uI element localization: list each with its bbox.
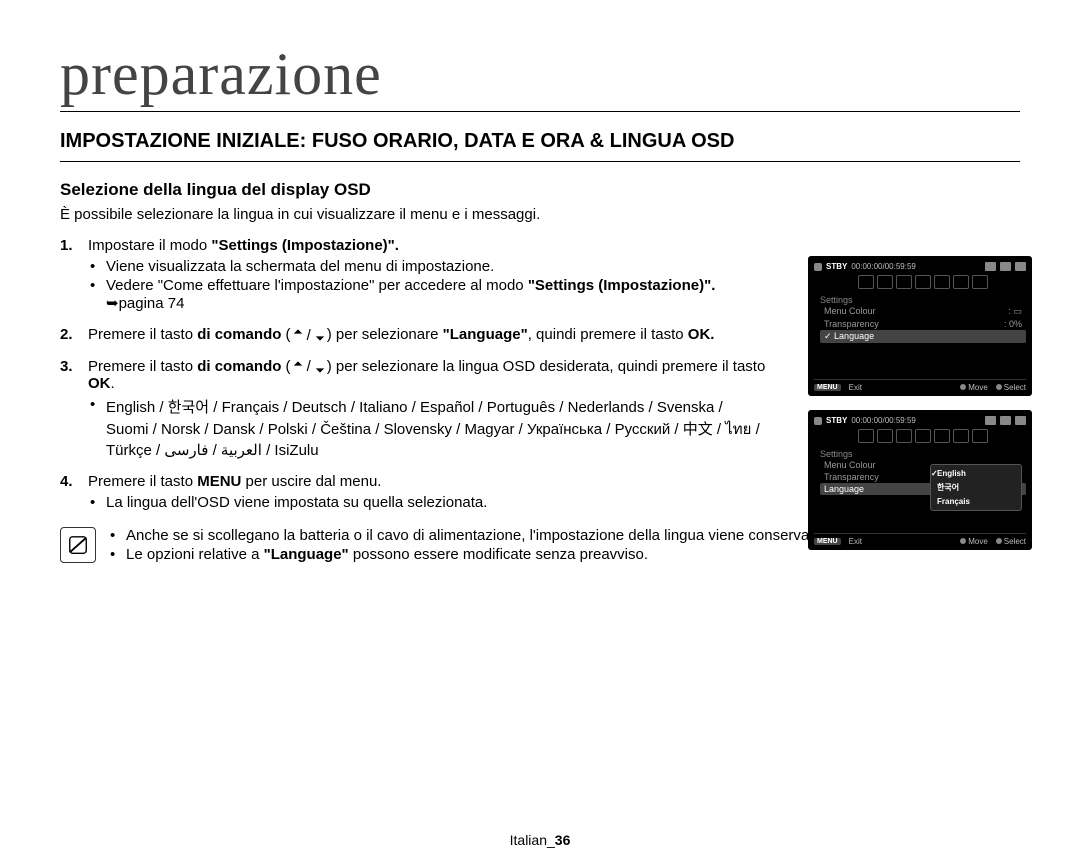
osd-icon-row xyxy=(858,429,1026,443)
osd-stby-label: STBY xyxy=(826,416,847,425)
step-3-text-b: ) per selezionare la lingua OSD desidera… xyxy=(327,358,766,375)
osd-language-popup: ✓English 한국어 Français xyxy=(930,464,1022,511)
step-2-text-a: Premere il tasto xyxy=(88,326,197,343)
note-2a: Le opzioni relative a xyxy=(126,546,264,563)
step-3-text-a: Premere il tasto xyxy=(88,358,197,375)
step-3-language-list: English / 한국어 / Français / Deutsch / Ita… xyxy=(88,396,768,459)
step-1-bullet-2b: "Settings (Impostazione)". xyxy=(528,277,716,294)
record-icon xyxy=(814,263,822,271)
step-2-bold-2: "Language" xyxy=(443,326,528,343)
osd-icon-row xyxy=(858,275,1026,289)
osd-time: 00:00:00/00:59:59 xyxy=(851,416,916,425)
record-icon xyxy=(814,417,822,425)
step-3-paren-open: ( xyxy=(281,358,290,375)
step-1-number: 1. xyxy=(60,237,73,254)
osd-menu-colour-row: Menu Colour xyxy=(824,306,876,317)
footer-language: Italian_ xyxy=(510,832,555,848)
step-3-bold-2: OK xyxy=(88,375,111,392)
step-1-bullet-2a: Vedere "Come effettuare l'impostazione" … xyxy=(106,277,528,294)
osd-popup-english: English xyxy=(937,469,966,478)
step-4-bold-1: MENU xyxy=(197,473,241,490)
subsection-heading: Selezione della lingua del display OSD xyxy=(60,180,1020,200)
osd-move-label: Move xyxy=(968,383,988,392)
note-1: Anche se si scollegano la batteria o il … xyxy=(108,527,826,544)
step-2-bold-3: OK. xyxy=(688,326,715,343)
osd-exit-label: Exit xyxy=(849,383,862,392)
note-2b: "Language" xyxy=(264,546,349,563)
note-2: Le opzioni relative a "Language" possono… xyxy=(108,546,826,563)
osd-transparency-value: : 0% xyxy=(1004,319,1022,329)
osd-menu-tag: MENU xyxy=(814,384,841,391)
step-1-bold: "Settings (Impostazione)". xyxy=(211,237,399,254)
mode-icon xyxy=(1015,262,1026,271)
step-1-bullet-2: Vedere "Come effettuare l'impostazione" … xyxy=(88,277,768,312)
osd-settings-header: Settings xyxy=(820,449,1026,459)
step-4-text-b: per uscire dal menu. xyxy=(241,473,381,490)
osd-popup-francais: Français xyxy=(937,497,970,506)
osd-stby-label: STBY xyxy=(826,262,847,271)
step-3-number: 3. xyxy=(60,358,73,375)
storage-icon xyxy=(985,416,996,425)
osd-select-label: Select xyxy=(1004,383,1026,392)
step-1-bullet-1: Viene visualizzata la schermata del menu… xyxy=(88,258,768,275)
osd-language-row: Language xyxy=(824,484,864,494)
osd-menu-tag: MENU xyxy=(814,538,841,545)
step-2-text-c: , quindi premere il tasto xyxy=(528,326,688,343)
section-heading: IMPOSTAZIONE INIZIALE: FUSO ORARIO, DATA… xyxy=(60,130,1020,162)
osd-popup-korean: 한국어 xyxy=(937,483,959,492)
up-down-arrow-icon: / xyxy=(291,327,327,344)
step-2-paren-open: ( xyxy=(281,326,290,343)
step-1-text: Impostare il modo xyxy=(88,237,211,254)
osd-exit-label: Exit xyxy=(849,537,862,546)
osd-screenshot-2: STBY 00:00:00/00:59:59 Settings Menu Col… xyxy=(808,410,1032,550)
step-4-text-a: Premere il tasto xyxy=(88,473,197,490)
step-4-bullet-1: La lingua dell'OSD viene impostata su qu… xyxy=(88,494,768,511)
intro-text: È possibile selezionare la lingua in cui… xyxy=(60,206,1020,223)
page-footer: Italian_36 xyxy=(0,832,1080,848)
osd-language-row: Language xyxy=(834,331,874,341)
step-4-number: 4. xyxy=(60,473,73,490)
mode-icon xyxy=(1015,416,1026,425)
note-icon xyxy=(60,527,96,563)
page-title: preparazione xyxy=(60,40,1020,112)
osd-settings-header: Settings xyxy=(820,295,1026,305)
note-2c: possono essere modificate senza preavvis… xyxy=(349,546,648,563)
up-down-arrow-icon: / xyxy=(291,358,327,375)
osd-transparency-row: Transparency xyxy=(824,319,879,329)
osd-screenshot-1: STBY 00:00:00/00:59:59 Settings Menu Col… xyxy=(808,256,1032,396)
osd-menu-colour-row: Menu Colour xyxy=(824,460,876,470)
step-2-text-b: ) per selezionare xyxy=(327,326,443,343)
step-1-bullet-2c: ➥pagina 74 xyxy=(106,295,184,312)
step-3-text-c: . xyxy=(111,375,115,392)
osd-transparency-row: Transparency xyxy=(824,472,879,482)
step-2-bold-1: di comando xyxy=(197,326,281,343)
osd-select-label: Select xyxy=(1004,537,1026,546)
osd-move-label: Move xyxy=(968,537,988,546)
battery-icon xyxy=(1000,416,1011,425)
footer-page-number: 36 xyxy=(555,832,571,848)
battery-icon xyxy=(1000,262,1011,271)
osd-time: 00:00:00/00:59:59 xyxy=(851,262,916,271)
step-2-number: 2. xyxy=(60,326,73,343)
step-3-bold-1: di comando xyxy=(197,358,281,375)
storage-icon xyxy=(985,262,996,271)
